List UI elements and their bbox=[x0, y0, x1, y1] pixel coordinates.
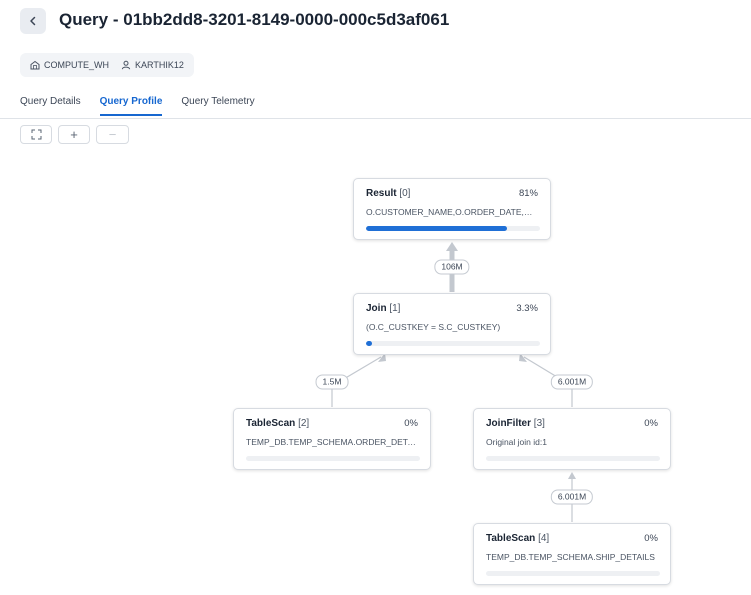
edge-label: 6.001M bbox=[550, 489, 594, 505]
progress-track bbox=[486, 456, 660, 461]
progress-track bbox=[366, 226, 540, 231]
operator-percent: 0% bbox=[404, 418, 418, 429]
operator-detail: O.CUSTOMER_NAME,O.ORDER_DATE,S.SHIP_DATE bbox=[366, 207, 538, 217]
operator-detail: (O.C_CUSTKEY = S.C_CUSTKEY) bbox=[366, 322, 501, 332]
edge-label: 6.001M bbox=[550, 374, 594, 390]
edge-label: 1.5M bbox=[315, 374, 349, 390]
operator-node-tablescan-2[interactable]: TableScan [2] 0% TEMP_DB.TEMP_SCHEMA.ORD… bbox=[233, 408, 431, 470]
operator-id: [1] bbox=[389, 303, 401, 314]
progress-fill bbox=[366, 226, 507, 231]
operator-name: JoinFilter bbox=[486, 418, 532, 429]
operator-name: TableScan bbox=[486, 533, 536, 544]
arrowhead-result bbox=[446, 242, 458, 251]
operator-percent: 0% bbox=[644, 418, 658, 429]
operator-detail: Original join id:1 bbox=[486, 437, 547, 447]
operator-name: Result bbox=[366, 188, 397, 199]
progress-track bbox=[246, 456, 420, 461]
progress-fill bbox=[366, 341, 373, 346]
operator-detail: TEMP_DB.TEMP_SCHEMA.ORDER_DETAILS bbox=[246, 437, 418, 447]
operator-percent: 3.3% bbox=[516, 303, 538, 314]
operator-percent: 0% bbox=[644, 533, 658, 544]
operator-id: [4] bbox=[538, 533, 550, 544]
operator-name: Join bbox=[366, 303, 387, 314]
operator-name: TableScan bbox=[246, 418, 296, 429]
operator-id: [2] bbox=[298, 418, 310, 429]
operator-id: [0] bbox=[399, 188, 411, 199]
progress-track bbox=[486, 571, 660, 576]
operator-node-join[interactable]: Join [1] 3.3% (O.C_CUSTKEY = S.C_CUSTKEY… bbox=[353, 293, 551, 355]
operator-node-joinfilter[interactable]: JoinFilter [3] 0% Original join id:1 bbox=[473, 408, 671, 470]
progress-track bbox=[366, 341, 540, 346]
operator-node-result[interactable]: Result [0] 81% O.CUSTOMER_NAME,O.ORDER_D… bbox=[353, 178, 551, 240]
arrowhead-filter bbox=[568, 472, 576, 479]
operator-percent: 81% bbox=[518, 188, 538, 199]
operator-detail: TEMP_DB.TEMP_SCHEMA.SHIP_DETAILS bbox=[486, 552, 655, 562]
operator-node-tablescan-4[interactable]: TableScan [4] 0% TEMP_DB.TEMP_SCHEMA.SHI… bbox=[473, 523, 671, 585]
operator-id: [3] bbox=[533, 418, 545, 429]
edge-label: 106M bbox=[434, 259, 470, 275]
